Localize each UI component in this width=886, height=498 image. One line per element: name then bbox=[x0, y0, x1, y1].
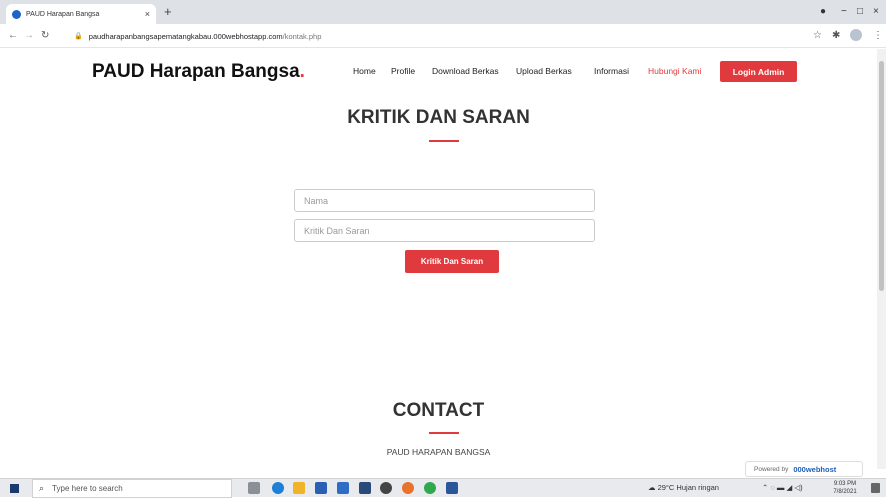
page-scrollbar[interactable] bbox=[877, 49, 886, 469]
word-icon[interactable] bbox=[446, 482, 458, 494]
contact-subtitle: PAUD HARAPAN BANGSA bbox=[386, 447, 491, 457]
browser-tab-strip: PAUD Harapan Bangsa × + ● − □ × bbox=[0, 0, 886, 24]
app-icon[interactable] bbox=[380, 482, 392, 494]
bookmark-star-icon[interactable]: ☆ bbox=[813, 29, 822, 43]
back-arrow-icon[interactable]: ← bbox=[8, 29, 18, 43]
browser-toolbar: ← → ↻ 🔒 paudharapanbangsapematangkabau.0… bbox=[0, 24, 886, 48]
window-close-button[interactable]: × bbox=[873, 4, 879, 20]
site-favicon-icon bbox=[12, 9, 21, 19]
browser-tab[interactable]: PAUD Harapan Bangsa × bbox=[6, 4, 156, 24]
nav-hubungi-kami[interactable]: Hubungi Kami bbox=[648, 66, 701, 76]
windows-start-icon[interactable] bbox=[10, 484, 19, 493]
contact-title-divider bbox=[429, 432, 459, 434]
store-icon[interactable] bbox=[315, 482, 327, 494]
site-logo[interactable]: PAUD Harapan Bangsa. bbox=[92, 61, 305, 83]
extensions-icon[interactable]: ✱ bbox=[832, 29, 840, 43]
weather-widget[interactable]: ☁ 29°C Hujan ringan bbox=[648, 483, 719, 492]
submit-button[interactable]: Kritik Dan Saran bbox=[405, 250, 499, 273]
taskbar: ⌕ Type here to search ☁ 29°C Hujan ringa… bbox=[0, 478, 886, 498]
new-tab-button[interactable]: + bbox=[164, 4, 172, 20]
tray-icons[interactable]: ⌃ ◌ ▬ ◢ ◁) bbox=[762, 483, 803, 492]
scrollbar-thumb[interactable] bbox=[879, 61, 884, 291]
tab-close-icon[interactable]: × bbox=[145, 9, 150, 19]
maximize-button[interactable]: □ bbox=[857, 4, 863, 20]
weather-text: 29°C Hujan ringan bbox=[657, 483, 719, 492]
forward-arrow-icon[interactable]: → bbox=[24, 29, 34, 43]
edge-icon[interactable] bbox=[272, 482, 284, 494]
tab-title: PAUD Harapan Bangsa bbox=[26, 10, 100, 18]
message-input[interactable]: Kritik Dan Saran bbox=[294, 219, 595, 242]
clock-time: 9:03 PM bbox=[833, 481, 857, 487]
lock-icon: 🔒 bbox=[74, 33, 83, 40]
avatar[interactable] bbox=[850, 29, 862, 41]
clock-date: 7/8/2021 bbox=[833, 489, 857, 495]
login-admin-button[interactable]: Login Admin bbox=[720, 61, 797, 82]
nav-profile[interactable]: Profile bbox=[391, 66, 415, 76]
menu-kebab-icon[interactable]: ⋮ bbox=[873, 29, 883, 43]
taskbar-clock[interactable]: 9:03 PM 7/8/2021 bbox=[826, 480, 864, 496]
powered-by-badge[interactable]: Powered by 000webhost bbox=[745, 461, 863, 477]
notification-icon[interactable] bbox=[871, 483, 880, 493]
form-title: KRITIK DAN SARAN bbox=[347, 107, 530, 128]
minimize-button[interactable]: − bbox=[841, 4, 847, 20]
reload-icon[interactable]: ↻ bbox=[41, 29, 49, 43]
firefox-icon[interactable] bbox=[402, 482, 414, 494]
chrome-icon[interactable] bbox=[424, 482, 436, 494]
nav-upload-berkas[interactable]: Upload Berkas bbox=[516, 66, 572, 76]
contact-title: CONTACT bbox=[392, 400, 485, 421]
nav-home[interactable]: Home bbox=[353, 66, 376, 76]
nav-download-berkas[interactable]: Download Berkas bbox=[432, 66, 499, 76]
file-explorer-icon[interactable] bbox=[293, 482, 305, 494]
host-logo: 000webhost bbox=[793, 464, 837, 474]
address-bar[interactable]: 🔒 paudharapanbangsapematangkabau.000webh… bbox=[74, 28, 804, 44]
brand-text: PAUD Harapan Bangsa bbox=[92, 61, 300, 82]
form-title-divider bbox=[429, 140, 459, 142]
task-view-icon[interactable] bbox=[248, 482, 260, 494]
name-input[interactable]: Nama bbox=[294, 189, 595, 212]
nav-informasi[interactable]: Informasi bbox=[594, 66, 629, 76]
profile-icon[interactable]: ● bbox=[820, 4, 826, 20]
mail-icon[interactable] bbox=[337, 482, 349, 494]
page-viewport: PAUD Harapan Bangsa. Home Profile Downlo… bbox=[0, 49, 877, 469]
brand-dot: . bbox=[299, 61, 305, 82]
url-path: /kontak.php bbox=[282, 31, 322, 41]
powered-by-label: Powered by bbox=[754, 465, 789, 473]
weather-icon: ☁ bbox=[648, 483, 656, 492]
terminal-icon[interactable] bbox=[359, 482, 371, 494]
search-icon: ⌕ bbox=[39, 483, 45, 493]
url-domain: paudharapanbangsapematangkabau.000webhos… bbox=[88, 31, 283, 41]
search-placeholder: Type here to search bbox=[52, 484, 123, 493]
taskbar-search-input[interactable]: ⌕ Type here to search bbox=[32, 479, 232, 498]
